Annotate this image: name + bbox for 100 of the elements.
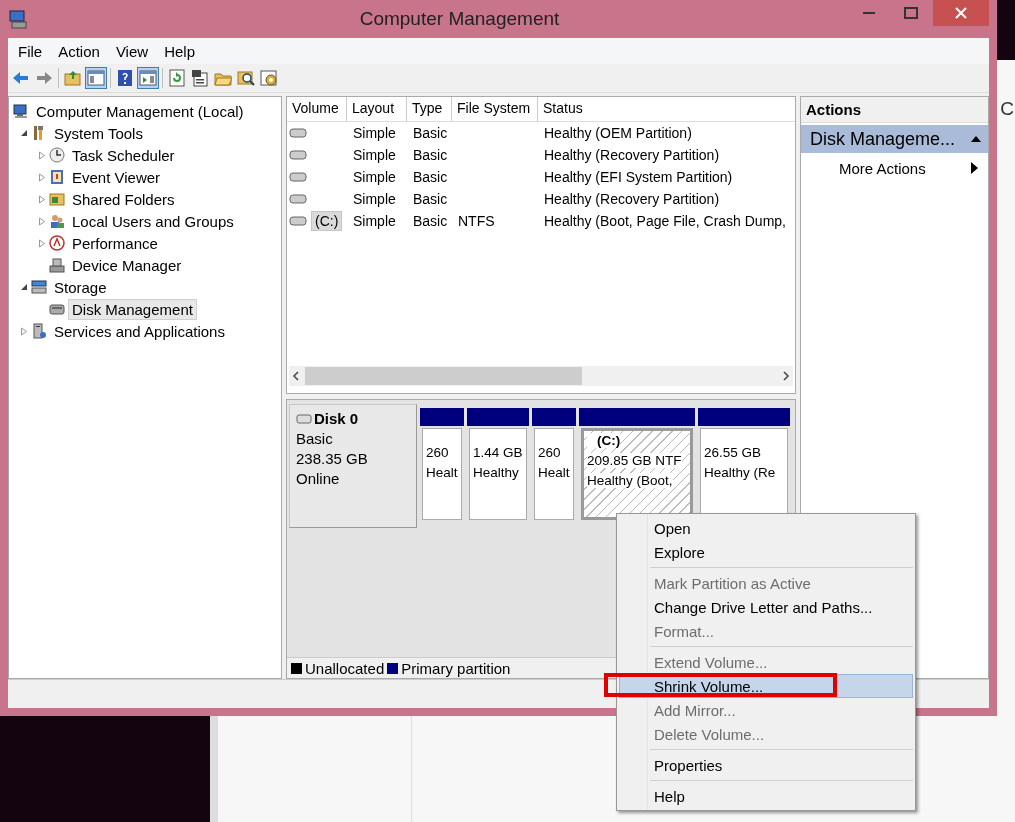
legend-label: Primary partition: [401, 659, 511, 677]
pane-heading: Actions: [801, 97, 988, 123]
properties-icon: [191, 69, 209, 87]
maximize-icon: [904, 7, 918, 19]
menu-item[interactable]: View: [107, 42, 157, 60]
refresh-icon: [168, 69, 186, 87]
table-cell-text: Healthy (EFI System Partition): [543, 169, 734, 185]
drive-icon: [289, 216, 307, 226]
app-icon: [8, 8, 30, 30]
forward-icon: [35, 69, 53, 87]
expand-icon[interactable]: [38, 194, 46, 204]
drive-icon: [289, 150, 307, 160]
disk-info: 238.35 GB: [296, 449, 369, 469]
tree-item[interactable]: Storage: [50, 276, 111, 298]
device-icon: [49, 257, 65, 273]
table-cell-text: Simple: [352, 169, 397, 185]
table-cell[interactable]: (C:): [311, 211, 343, 231]
menu-item[interactable]: Explore: [619, 540, 913, 564]
action-link[interactable]: More Actions: [839, 159, 926, 177]
collapse-icon[interactable]: [20, 283, 28, 291]
table-cell-text: Simple: [352, 125, 397, 141]
clock-icon: [49, 147, 65, 163]
table-cell-text: Basic: [412, 191, 449, 207]
close-icon: [955, 7, 967, 19]
toolbar-button[interactable]: [85, 67, 107, 89]
gauge-icon: [49, 235, 65, 251]
tree-item[interactable]: Event Viewer: [68, 166, 165, 188]
table-cell-text: Basic: [412, 125, 449, 141]
window-title: Computer Management: [358, 8, 561, 30]
column-header[interactable]: File System: [452, 97, 538, 121]
tree-item[interactable]: Services and Applications: [50, 320, 229, 342]
help-icon: [116, 69, 134, 87]
users-icon: [49, 213, 65, 229]
submenu-arrow-icon: [971, 162, 978, 174]
table-cell-text: Simple: [352, 147, 397, 163]
table-cell-text: Basic: [412, 147, 449, 163]
collapse-icon: [970, 135, 982, 143]
computer-icon: [13, 103, 29, 119]
partition-bar: [467, 408, 529, 426]
menu-item[interactable]: Help: [619, 784, 913, 808]
minimize-icon: [863, 12, 875, 14]
tree-item[interactable]: Computer Management (Local): [32, 100, 248, 122]
menu-item[interactable]: Help: [156, 42, 203, 60]
expand-icon[interactable]: [38, 150, 46, 160]
storage-icon: [31, 279, 47, 295]
column-header[interactable]: Type: [407, 97, 452, 121]
scrollbar[interactable]: [289, 366, 793, 386]
table-cell-text: Simple: [352, 191, 397, 207]
expand-icon[interactable]: [38, 238, 46, 248]
partition-block[interactable]: 260 Healt: [422, 428, 462, 520]
expand-icon[interactable]: [38, 172, 46, 182]
table-cell-text: Healthy (OEM Partition): [543, 125, 693, 141]
menu-item[interactable]: Action: [50, 42, 108, 60]
folder-up-icon: [64, 69, 82, 87]
partition-block[interactable]: 1.44 GB Healthy: [469, 428, 527, 520]
partition-block[interactable]: (C:) 209.85 GB NTF Healthy (Boot,: [581, 428, 693, 520]
table-cell-text: Healthy (Recovery Partition): [543, 147, 721, 163]
scroll-thumb[interactable]: [305, 367, 582, 385]
table-cell-text: NTFS: [457, 213, 496, 229]
settings-icon: [260, 69, 278, 87]
tree-item[interactable]: System Tools: [50, 122, 147, 144]
table-cell-text: Basic: [412, 213, 449, 229]
disk-name: Disk 0: [314, 409, 359, 429]
pane-icon: [139, 69, 157, 87]
partition-block[interactable]: 260 Healt: [534, 428, 574, 520]
table-cell-text: Simple: [352, 213, 397, 229]
log-icon: [49, 169, 65, 185]
server-icon: [31, 323, 47, 339]
toolbar-button[interactable]: [258, 67, 280, 89]
legend-label: Unallocated: [305, 659, 385, 677]
section-header[interactable]: Disk Manageme...: [801, 125, 988, 153]
disk-label-panel[interactable]: Disk 0 Basic 238.35 GB Online: [289, 404, 417, 528]
menu-item[interactable]: Change Drive Letter and Paths...: [619, 595, 913, 619]
window-title: C: [1000, 98, 1014, 120]
folder-icon: [49, 191, 65, 207]
column-header[interactable]: Layout: [347, 97, 407, 121]
column-header[interactable]: Volume: [287, 97, 347, 121]
pane-icon: [87, 69, 105, 87]
menu-item[interactable]: Properties: [619, 753, 913, 777]
drive-icon: [289, 172, 307, 182]
disk-info: Online: [296, 469, 341, 489]
tree-item[interactable]: Device Manager: [68, 254, 186, 276]
expand-icon[interactable]: [20, 326, 28, 336]
back-icon: [12, 69, 30, 87]
partition-bar: [420, 408, 464, 426]
table-cell-text: Basic: [412, 169, 449, 185]
tree-item[interactable]: Shared Folders: [68, 188, 179, 210]
tree-item[interactable]: Performance: [68, 232, 162, 254]
collapse-icon[interactable]: [20, 129, 28, 137]
table-cell-text: Healthy (Boot, Page File, Crash Dump,: [543, 213, 787, 229]
expand-icon[interactable]: [38, 216, 46, 226]
toolbar-button[interactable]: [189, 67, 211, 89]
tree-item[interactable]: Task Scheduler: [68, 144, 179, 166]
menu-item[interactable]: File: [10, 42, 51, 60]
toolbar-button[interactable]: [137, 67, 159, 89]
tree-item[interactable]: Local Users and Groups: [68, 210, 238, 232]
table-cell-text: Healthy (Recovery Partition): [543, 191, 721, 207]
close-button[interactable]: [933, 0, 989, 26]
tree-item[interactable]: Disk Management: [68, 298, 197, 320]
drive-icon: [289, 128, 307, 138]
